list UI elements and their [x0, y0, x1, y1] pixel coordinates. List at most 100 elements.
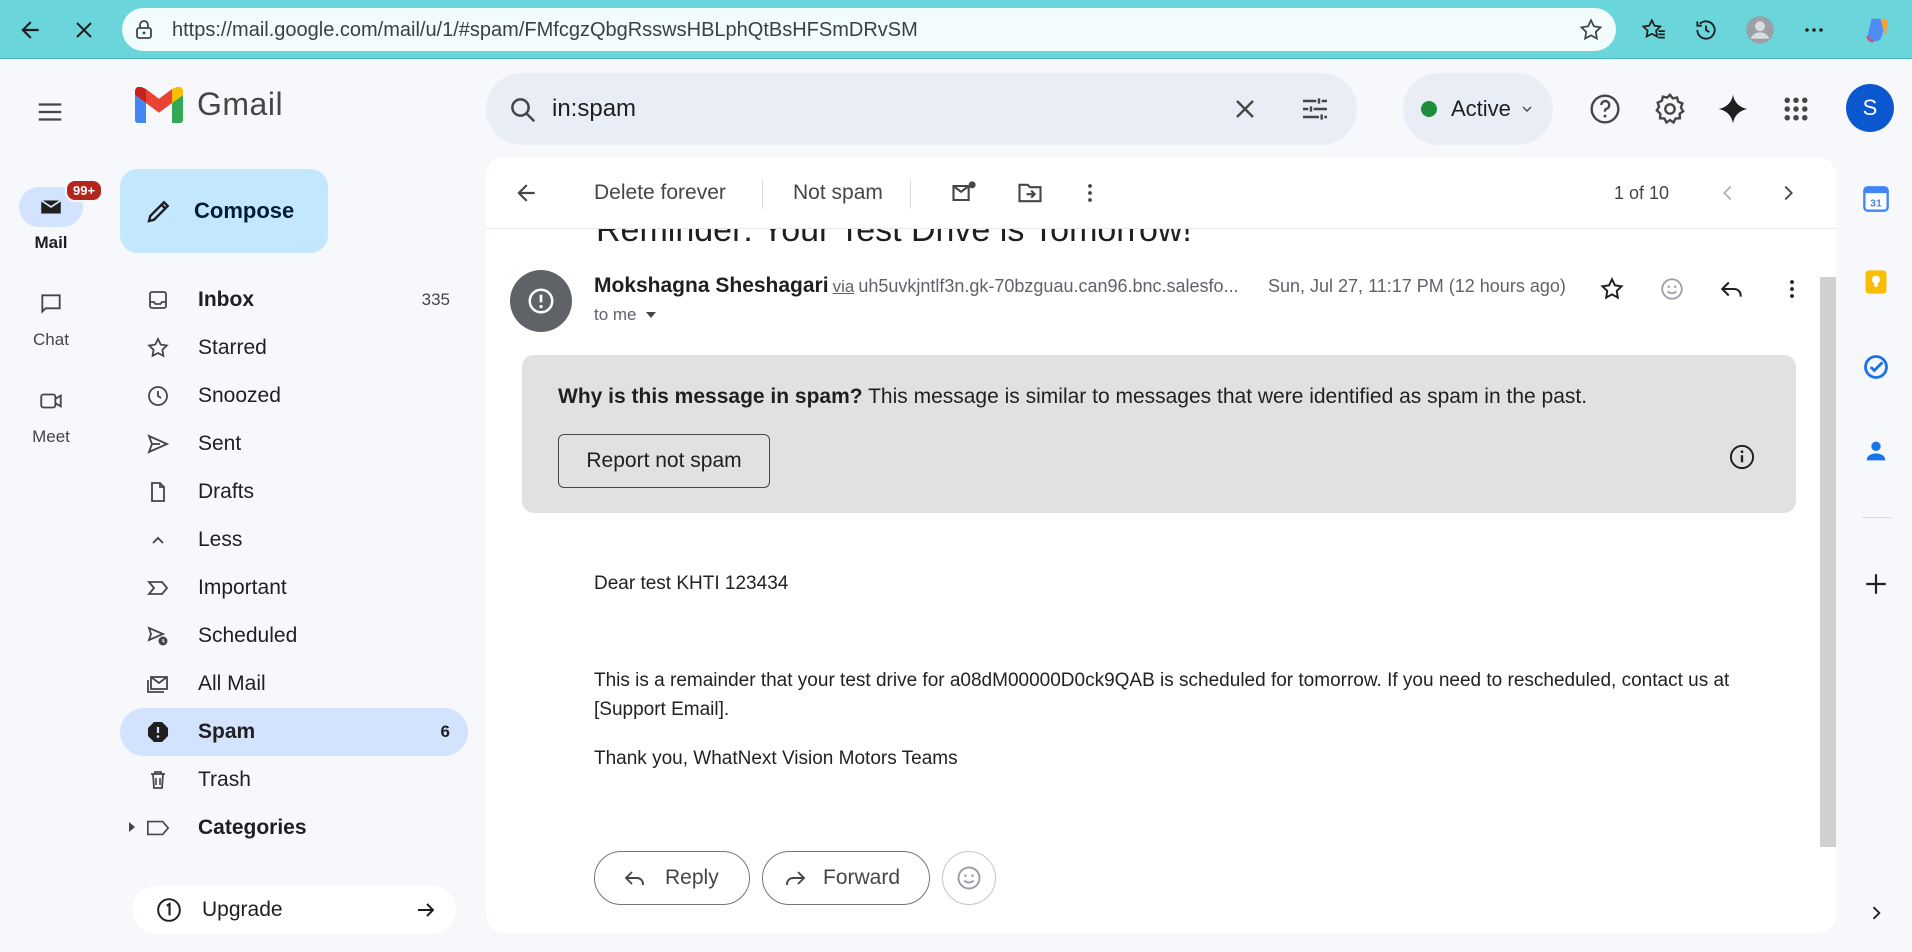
clock-icon — [146, 384, 170, 408]
nav-label: Sent — [198, 432, 242, 455]
warning-icon — [528, 288, 554, 314]
nav-less[interactable]: Less — [120, 516, 468, 564]
spam-icon — [146, 720, 170, 744]
nav-snoozed[interactable]: Snoozed — [120, 372, 468, 420]
move-to-icon[interactable] — [1014, 177, 1046, 209]
panel-divider — [1862, 517, 1892, 518]
calendar-icon[interactable]: 31 — [1856, 179, 1896, 219]
profile-icon[interactable] — [1740, 10, 1780, 50]
nav-starred[interactable]: Starred — [120, 324, 468, 372]
compose-button[interactable]: Compose — [120, 169, 328, 253]
add-reaction-button[interactable] — [942, 851, 996, 905]
expand-panel-icon[interactable] — [1856, 893, 1896, 933]
site-info-icon[interactable] — [132, 18, 156, 42]
nav-scheduled[interactable]: Scheduled — [120, 612, 468, 660]
back-icon[interactable] — [10, 10, 50, 50]
body-greeting: Dear test KHTI 123434 — [594, 573, 789, 594]
nav-label: Drafts — [198, 480, 255, 503]
search-options-icon[interactable] — [1299, 93, 1331, 125]
nav-count: 6 — [440, 722, 450, 741]
nav-categories[interactable]: Categories — [120, 804, 468, 852]
nav-important[interactable]: Important — [120, 564, 468, 612]
via-link[interactable]: via — [833, 277, 855, 296]
upgrade-button[interactable]: Upgrade — [132, 886, 456, 934]
send-icon — [146, 432, 170, 456]
email-date: Sun, Jul 27, 11:17 PM (12 hours ago) — [1268, 276, 1566, 296]
pagination-text: 1 of 10 — [1614, 183, 1670, 203]
sender-name[interactable]: Mokshagna Sheshagari — [594, 274, 829, 297]
nav-count: 335 — [421, 290, 450, 309]
nav-label: Trash — [198, 768, 251, 791]
spam-reason-title: Why is this message in spam? — [558, 385, 863, 408]
copilot-icon[interactable] — [1858, 10, 1898, 50]
delete-forever-button[interactable]: Delete forever — [594, 181, 726, 205]
main-menu-icon[interactable] — [26, 88, 74, 136]
side-panel: 31 — [1842, 59, 1912, 952]
message-more-icon[interactable] — [1772, 269, 1812, 309]
status-dropdown[interactable]: Active — [1403, 73, 1553, 145]
report-not-spam-button[interactable]: Report not spam — [558, 434, 770, 488]
scrollbar[interactable] — [1820, 277, 1836, 847]
nav-spam[interactable]: Spam 6 — [120, 708, 468, 756]
label-icon — [146, 816, 170, 840]
expand-arrow-icon[interactable] — [126, 820, 138, 834]
tasks-icon[interactable] — [1856, 347, 1896, 387]
nav-label: Categories — [198, 816, 307, 839]
rail-mail[interactable]: 99+ Mail — [0, 179, 104, 253]
favorites-icon[interactable] — [1634, 10, 1674, 50]
upgrade-icon — [156, 897, 182, 923]
contacts-icon[interactable] — [1856, 431, 1896, 471]
toolbar-divider — [910, 179, 911, 209]
all-mail-icon — [146, 672, 170, 696]
help-icon[interactable] — [1582, 86, 1628, 132]
info-icon[interactable] — [1728, 443, 1756, 471]
back-to-list-icon[interactable] — [510, 177, 542, 209]
nav-all-mail[interactable]: All Mail — [120, 660, 468, 708]
clear-search-icon[interactable] — [1229, 93, 1261, 125]
pencil-icon — [147, 200, 170, 223]
sender-line: Mokshagna Sheshagari via uh5uvkjntlf3n.gk-… — [594, 274, 1239, 298]
keep-icon[interactable] — [1856, 262, 1896, 302]
rail-meet[interactable]: Meet — [0, 381, 102, 447]
favorite-star-icon[interactable] — [1578, 17, 1604, 43]
settings-gear-icon[interactable] — [1647, 86, 1693, 132]
star-message-icon[interactable] — [1592, 269, 1632, 309]
arrow-right-icon — [414, 898, 438, 922]
reply-icon[interactable] — [1712, 269, 1752, 309]
older-chevron-icon[interactable] — [1772, 177, 1804, 209]
recipient-details[interactable]: to me — [594, 305, 657, 325]
search-icon[interactable] — [508, 95, 538, 125]
newer-chevron-icon[interactable] — [1712, 177, 1744, 209]
emoji-reaction-icon[interactable] — [1652, 269, 1692, 309]
gmail-logo[interactable]: Gmail — [135, 86, 283, 123]
more-options-icon[interactable] — [1794, 10, 1834, 50]
forward-button[interactable]: Forward — [762, 851, 930, 905]
gemini-sparkle-icon[interactable] — [1710, 86, 1756, 132]
address-bar[interactable]: https://mail.google.com/mail/u/1/#spam/F… — [122, 8, 1616, 51]
trash-icon — [146, 768, 170, 792]
nav-drafts[interactable]: Drafts — [120, 468, 468, 516]
stop-loading-icon[interactable] — [64, 10, 104, 50]
add-addon-icon[interactable] — [1856, 564, 1896, 604]
browser-toolbar: https://mail.google.com/mail/u/1/#spam/F… — [0, 0, 1912, 59]
body-paragraph: This is a remainder that your test drive… — [594, 670, 1730, 720]
caret-down-icon — [645, 310, 657, 320]
apps-grid-icon[interactable] — [1773, 86, 1819, 132]
search-bar[interactable]: in:spam — [486, 73, 1357, 145]
search-input[interactable]: in:spam — [552, 95, 636, 123]
rail-chat[interactable]: Chat — [0, 284, 102, 350]
url-text[interactable]: https://mail.google.com/mail/u/1/#spam/F… — [172, 19, 918, 42]
nav-label: Snoozed — [198, 384, 281, 407]
svg-text:31: 31 — [1870, 198, 1882, 210]
nav-sent[interactable]: Sent — [120, 420, 468, 468]
nav-trash[interactable]: Trash — [120, 756, 468, 804]
history-icon[interactable] — [1686, 10, 1726, 50]
nav-inbox[interactable]: Inbox 335 — [120, 276, 468, 324]
chevron-down-icon — [1519, 101, 1535, 117]
nav-label: Starred — [198, 336, 267, 359]
rail-mail-label: Mail — [34, 233, 68, 252]
more-actions-icon[interactable] — [1074, 177, 1106, 209]
mark-unread-icon[interactable] — [948, 177, 980, 209]
not-spam-button[interactable]: Not spam — [793, 181, 883, 205]
reply-button[interactable]: Reply — [594, 851, 750, 905]
